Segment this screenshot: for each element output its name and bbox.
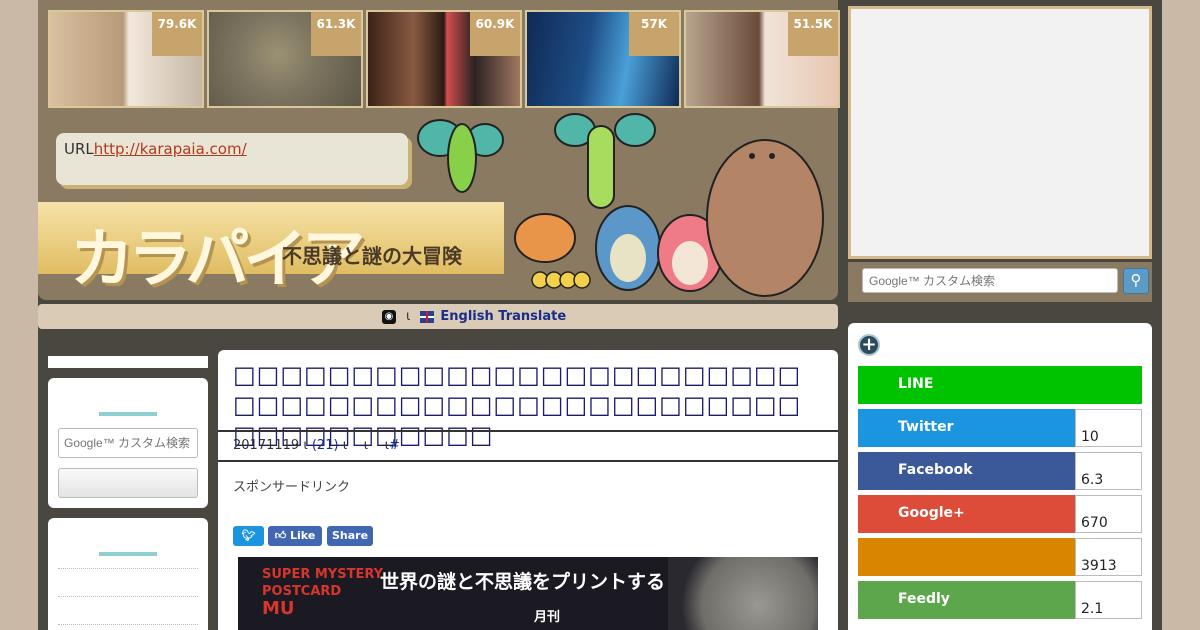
share-row-line[interactable]: LINE [858,366,1142,404]
facebook-share-button-inline[interactable]: Share [327,526,373,546]
list-divider [58,596,198,597]
share-row-googleplus[interactable]: Google+ 670 [858,495,1142,533]
feedly-share-count: 2.1 [1075,581,1142,619]
list-divider [58,568,198,569]
meta-divider [218,460,838,462]
site-url-link[interactable]: http://karapaia.com/ [94,140,247,158]
translate-bar: ◉ ι English Translate [38,304,838,329]
widget-heading-bar [99,412,157,416]
banner-brand-line: SUPER MYSTERY [262,567,384,582]
left-sidebar-strip [48,356,208,368]
twitter-share-count: 10 [1075,409,1142,447]
english-translate-link[interactable]: English Translate [440,309,566,324]
mascot-characters-illustration [417,113,824,297]
sponsored-link-label: スポンサードリンク [233,480,351,495]
like-label: Like [290,529,316,542]
facebook-like-button[interactable]: 👍︎ Like [268,526,322,546]
banner-brand: SUPER MYSTERY POSTCARD MU [262,566,384,619]
bookmark-share-button[interactable] [858,538,1075,576]
magnifier-icon[interactable]: ⚲ [1123,268,1149,294]
share-row-facebook[interactable]: Facebook 6.3 [858,452,1142,490]
banner-subtitle: 月刊 [534,610,561,625]
site-url-box: URLhttp://karapaia.com/ [56,133,408,185]
twitter-share-button[interactable]: Twitter [858,409,1075,447]
moon-image [668,557,818,630]
facebook-share-count: 6.3 [1075,452,1142,490]
permalink-hash[interactable]: # [389,438,400,453]
share-row-feedly[interactable]: Feedly 2.1 [858,581,1142,619]
feedly-share-button[interactable]: Feedly [858,581,1075,619]
view-count: 57K [629,12,679,56]
meta-separator: ι [363,438,369,453]
popular-thumbnail-5[interactable]: 51.5K [684,10,840,108]
article-title[interactable]: □□□□□□□□□□□□□□□□□□□□□□□□□□□□□□□□□□□□□□□□… [233,360,823,450]
popular-thumbnail-4[interactable]: 57K [525,10,681,108]
bookmark-share-count: 3913 [1075,538,1142,576]
popular-thumbnail-3[interactable]: 60.9K [366,10,522,108]
banner-title: 世界の謎と不思議をプリントする [380,571,666,593]
banner-brand-line: MU [262,598,295,619]
meta-separator: ι [342,438,348,453]
popular-thumbnail-2[interactable]: 61.3K [207,10,363,108]
view-count: 61.3K [311,12,361,56]
googleplus-share-button[interactable]: Google+ [858,495,1075,533]
popular-thumbnail-1[interactable]: 79.6K [48,10,204,108]
advertisement-box[interactable] [848,6,1152,259]
left-search-input[interactable] [58,428,198,458]
view-count: 79.6K [152,12,202,56]
comment-count-link[interactable]: (21) [312,438,339,453]
left-list-widget [48,518,208,630]
view-count: 51.5K [788,12,838,56]
post-date: 20171119 [233,438,300,453]
uk-flag-icon [420,310,435,323]
share-row-twitter[interactable]: Twitter 10 [858,409,1142,447]
twitter-bird-icon[interactable]: 🐦︎ [233,526,264,546]
globe-icon[interactable]: ◉ [382,309,396,324]
left-search-button[interactable] [58,468,198,498]
share-row-bookmark[interactable]: 3913 [858,538,1142,576]
facebook-share-button[interactable]: Facebook [858,452,1075,490]
title-divider [218,430,838,432]
view-count: 60.9K [470,12,520,56]
googleplus-share-count: 670 [1075,495,1142,533]
meta-separator: ι [303,438,308,453]
line-share-button[interactable]: LINE [858,366,1142,404]
plus-icon[interactable]: + [858,334,880,356]
article-meta: 20171119 ι (21) ι ι ι# [233,438,400,453]
list-divider [58,624,198,625]
widget-heading-bar [99,552,157,556]
right-search-input[interactable] [862,268,1118,293]
translate-separator: ι [406,309,411,324]
url-label: URL [64,140,94,158]
